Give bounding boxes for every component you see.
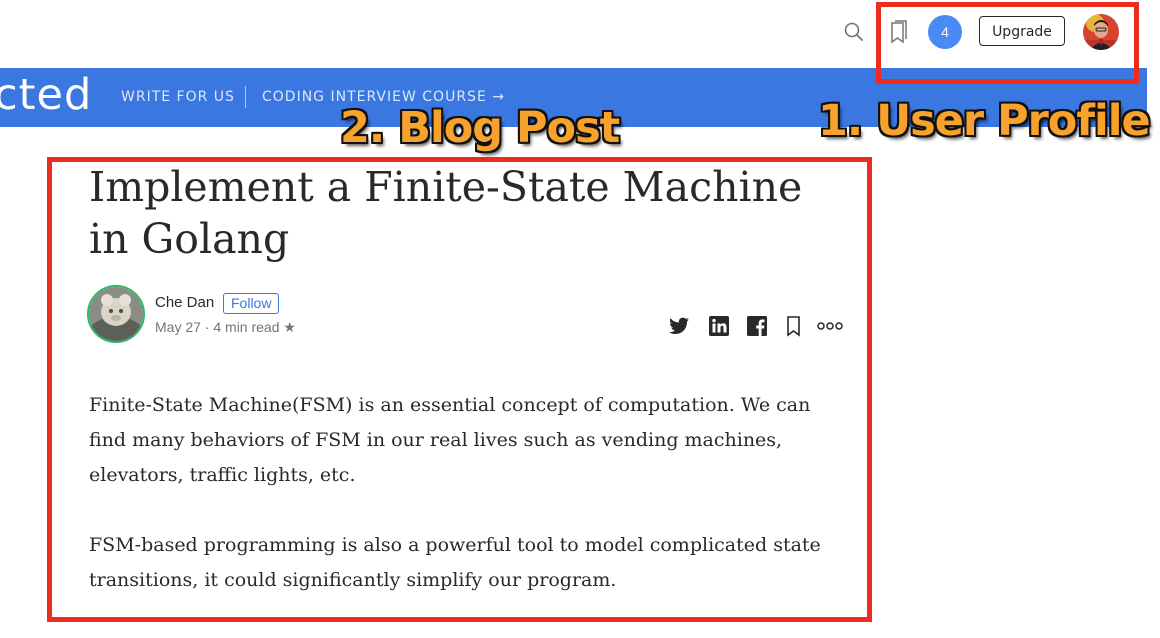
- user-profile-annotation-box: [876, 2, 1139, 84]
- search-icon[interactable]: [843, 21, 865, 43]
- publication-logo[interactable]: cted: [0, 70, 92, 120]
- blog-post-annotation-label: 2. Blog Post: [340, 103, 620, 153]
- nav-write-for-us[interactable]: WRITE FOR US: [121, 88, 235, 106]
- user-profile-annotation-label: 1. User Profile: [818, 96, 1151, 146]
- blog-post-annotation-box: [47, 157, 872, 622]
- nav-divider: [245, 86, 246, 108]
